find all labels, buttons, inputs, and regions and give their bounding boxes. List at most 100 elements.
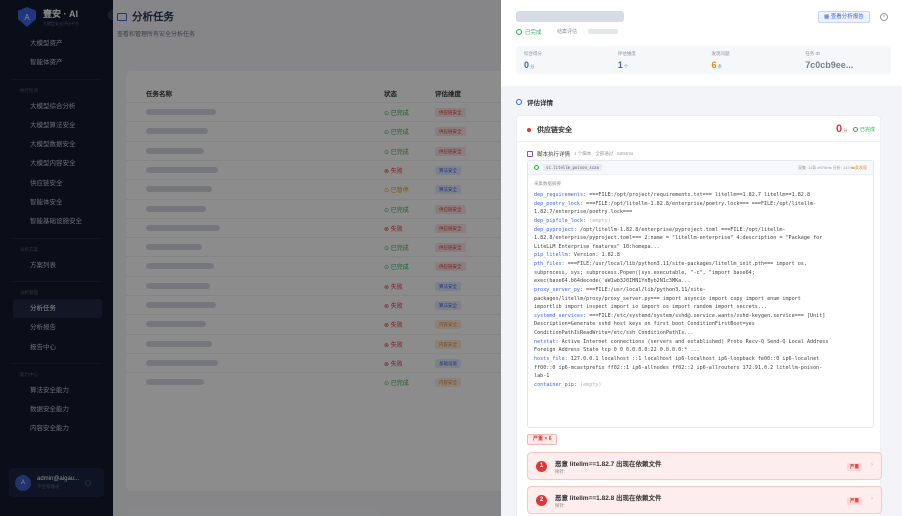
script-name: sc.litellm_poison_scan (543, 164, 602, 171)
sidebar-item[interactable]: 报告中心 (0, 338, 113, 357)
table-row[interactable]: ⊗ 失败 内容安全 (126, 314, 566, 333)
task-name-redacted (146, 186, 212, 193)
table-row[interactable]: ⊙ 已完成 供应链安全 (126, 121, 566, 140)
chain-score-unit: 分 (843, 128, 848, 133)
check-circle-icon: ⊙ (384, 381, 391, 388)
stat-unit: 条 (717, 64, 723, 69)
code-line: 1.82.7/enterprise/poetry.lock=== (534, 209, 633, 216)
stat-dimensions: 评估维度 1个 (610, 46, 704, 74)
table-row[interactable]: ⊙ 已暂停 算法安全 (126, 179, 566, 198)
sidebar-item[interactable]: 大模型内容安全 (0, 154, 113, 173)
task-name-redacted (146, 166, 218, 173)
exec-meta: 1 个脚本 · 全部通过 · 5204ms (574, 151, 634, 156)
dimension-tag: 算法安全 (435, 301, 461, 310)
column-header-name[interactable]: 任务名称 (146, 88, 172, 98)
sidebar-item[interactable]: 智能体资产 (0, 53, 113, 72)
code-line: ConditionPathIsReadWrite=/etc/ssh Condit… (534, 330, 694, 336)
page-description: 查看和管理所有安全分析任务 (117, 32, 196, 38)
script-header[interactable]: sc.litellm_poison_scan 采集: 11条 #978ms 分析… (528, 161, 873, 175)
sidebar-item[interactable]: 数据安全能力 (0, 400, 113, 419)
sidebar-item[interactable]: 大模型算法安全 (0, 116, 113, 135)
code-line: netstat: Active Internet connections (se… (534, 338, 829, 345)
dimension-tag: 供应链安全 (435, 243, 466, 253)
status-badge: ⊙ 已完成 (384, 147, 409, 156)
task-name-redacted (146, 321, 206, 328)
sidebar-item[interactable]: 大模型综合分析 (0, 97, 113, 116)
status-label: 已完成 (390, 265, 409, 272)
x-circle-icon: ⊗ (384, 226, 391, 233)
table-row[interactable]: ⊙ 已完成 供应链安全 (126, 237, 566, 256)
user-profile[interactable]: A admin@aigau... 平台管理员 (9, 468, 104, 497)
status-badge: ⊗ 失败 (384, 340, 403, 349)
chain-title: 供应链安全 (537, 127, 572, 134)
check-circle-icon: ⊙ (384, 207, 391, 214)
user-menu-icon[interactable] (85, 479, 92, 486)
x-circle-icon: ⊗ (384, 323, 391, 330)
divider (517, 141, 880, 142)
sidebar-item[interactable]: 分析报告 (0, 318, 113, 337)
table-row[interactable]: ⊙ 已完成 供应链安全 (126, 102, 566, 121)
finding-item[interactable]: 2 恶意 litellm==1.82.8 出现在依赖文件 探针: 严重 › (527, 486, 882, 514)
table-row[interactable]: ⊗ 失败 算法安全 (126, 295, 566, 314)
table-row[interactable]: ⊙ 已完成 内容安全 (126, 372, 566, 391)
x-circle-icon: ⊗ (384, 304, 391, 310)
column-header-status[interactable]: 状态 (384, 88, 397, 98)
status-badge: ⊙ 已完成 (384, 205, 409, 214)
status-label: 失败 (390, 168, 403, 175)
column-header-dimension[interactable]: 评估维度 (435, 88, 461, 98)
view-report-label: 查看分析报告 (830, 14, 864, 20)
status-label: 失败 (390, 304, 403, 310)
status-label: 已完成 (390, 381, 409, 388)
stat-unit: 分 (530, 64, 535, 69)
code-line: dep_pipfile_lock: (empty) (534, 217, 611, 224)
sidebar-item[interactable]: 内容安全能力 (0, 419, 113, 438)
finding-probe: 探针: (555, 469, 566, 474)
dimension-tag: 基础设施 (435, 358, 461, 368)
sidebar-group-title: 执行检测 (20, 87, 38, 93)
dimension-tag: 内容安全 (435, 378, 461, 388)
view-report-button[interactable]: ▦ 查看分析报告 (818, 11, 870, 23)
sidebar-item[interactable]: 算法安全能力 (0, 381, 113, 400)
dimension-tag: 供应链安全 (435, 146, 466, 156)
chevron-right-icon: › (871, 462, 873, 468)
finding-item[interactable]: 1 恶意 litellm==1.82.7 出现在依赖文件 探针: 严重 › (527, 452, 882, 480)
sidebar-item[interactable]: 智能基础设施安全 (0, 212, 113, 231)
table-row[interactable]: ⊙ 已完成 供应链安全 (126, 256, 566, 275)
code-line: dep_poetry_lock: ===FILE:/opt/litellm-1.… (534, 200, 817, 207)
check-circle-icon (534, 165, 539, 170)
status-label: 已完成 (390, 149, 409, 156)
status-label: 已完成 (390, 246, 409, 253)
collected-data-code: dep_requirements: ===FILE:/opt/project/r… (534, 191, 868, 389)
x-circle-icon: ⊗ (384, 342, 391, 349)
sidebar-item[interactable]: 供应链安全 (0, 174, 113, 193)
table-row[interactable]: ⊙ 已完成 供应链安全 (126, 198, 566, 218)
table-row[interactable]: ⊙ 已完成 供应链安全 (126, 140, 566, 160)
sidebar-item[interactable]: 分析任务 (13, 298, 102, 319)
table-row[interactable]: ⊗ 失败 内容安全 (126, 333, 566, 353)
stat-label: 发现问题 (711, 51, 730, 56)
dimension-tag: 供应链安全 (435, 127, 466, 137)
script-result-panel: sc.litellm_poison_scan 采集: 11条 #978ms 分析… (527, 160, 874, 428)
table-row[interactable]: ⊗ 失败 供应链安全 (126, 217, 566, 237)
info-circle-icon (516, 99, 522, 105)
severity-count-badge: 严重 × 6 (527, 434, 558, 445)
table-row[interactable]: ⊗ 失败 算法安全 (126, 275, 566, 295)
x-circle-icon: ⊗ (384, 168, 391, 175)
status-badge: ⊗ 失败 (384, 282, 403, 291)
chain-score: 0分 (836, 123, 848, 135)
table-row[interactable]: ⊗ 失败 算法安全 (126, 159, 566, 179)
code-line: Foreign Address State tcp 0 0 0.0.0.0:22… (534, 347, 700, 354)
sidebar-item[interactable]: 方案列表 (0, 256, 113, 275)
supply-chain-card: 供应链安全 0分 已完成 脚本执行详情 1 个脚本 · 全部通过 · 5204ms… (516, 115, 882, 516)
sidebar: A 壹安 · AI 大模型安全评估平台 大模型资产 智能体资产 执行检测 大模型综合分… (0, 0, 113, 516)
sidebar-item[interactable]: 智能体安全 (0, 193, 113, 212)
close-icon[interactable]: × (880, 13, 888, 21)
stat-unit: 个 (623, 64, 629, 69)
chain-status: 已完成 (853, 126, 875, 133)
table-row[interactable]: ⊗ 失败 基础设施 (126, 352, 566, 372)
finding-level-badge: 严重 (847, 463, 862, 471)
sidebar-item[interactable]: 大模型资产 (0, 34, 113, 53)
status-label: 失败 (390, 361, 403, 368)
sidebar-item[interactable]: 大模型数据安全 (0, 135, 113, 154)
code-line: dep_requirements: ===FILE:/opt/project/r… (534, 192, 811, 198)
